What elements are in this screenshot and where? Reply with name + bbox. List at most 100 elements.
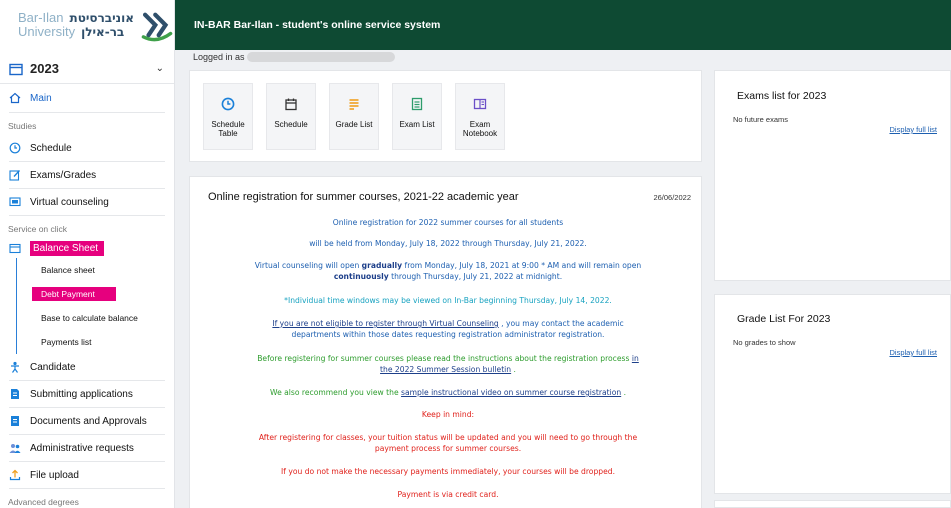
quick-link-label: Grade List: [335, 120, 373, 129]
sidebar-item-administrative-requests[interactable]: Administrative requests: [0, 435, 174, 461]
home-icon: [9, 92, 21, 104]
sidebar-item-exams-grades[interactable]: Exams/Grades: [0, 162, 174, 188]
text-span: Virtual counseling will open: [254, 261, 362, 270]
calendar-icon: [285, 98, 297, 111]
bulletin-link[interactable]: in: [632, 354, 639, 363]
sidebar-item-submitting-applications[interactable]: Submitting applications: [0, 381, 174, 407]
wallet-icon: [9, 242, 21, 254]
text-span: .: [511, 365, 516, 374]
bold-text: gradually: [361, 261, 403, 270]
file-icon: [9, 415, 21, 427]
text-span: departments within those dates requestin…: [291, 330, 605, 339]
sidebar-item-label: Main: [30, 92, 52, 104]
logged-in-bar: Logged in as: [193, 52, 395, 62]
clock-icon: [9, 142, 21, 154]
sidebar-item-virtual-counseling[interactable]: Virtual counseling: [0, 189, 174, 215]
person-icon: [9, 361, 21, 373]
grades-title: Grade List For 2023: [737, 313, 831, 325]
quick-link-schedule-table[interactable]: Schedule Table: [203, 83, 253, 150]
submenu-label: Payments list: [41, 337, 92, 347]
upload-icon: [9, 469, 21, 481]
sidebar: Bar-Ilan אוניברסיטת University בר-אילן 202…: [0, 0, 175, 508]
sidebar-item-label: Exams/Grades: [30, 169, 97, 181]
university-logo[interactable]: Bar-Ilan אוניברסיטת University בר-אילן: [0, 0, 174, 50]
video-link[interactable]: sample instructional video on summer cou…: [401, 388, 621, 397]
bulletin-link[interactable]: the 2022 Summer Session bulletin: [380, 365, 511, 374]
user-name-redacted: [246, 52, 395, 62]
quick-link-grade-list[interactable]: Grade List: [329, 83, 379, 150]
sidebar-item-label: Submitting applications: [30, 388, 133, 400]
people-icon: [9, 442, 21, 454]
not-eligible-link[interactable]: If you are not eligible to register thro…: [272, 319, 498, 328]
quick-link-exam-list[interactable]: Exam List: [392, 83, 442, 150]
sidebar-item-candidate[interactable]: Candidate: [0, 354, 174, 380]
announcement-line: *Individual time windows may be viewed o…: [284, 296, 612, 305]
submenu-label: Balance sheet: [41, 265, 95, 275]
submenu-label: Base to calculate balance: [41, 313, 138, 323]
logo-he-line2: בר-אילן: [81, 25, 125, 39]
sidebar-item-label: Virtual counseling: [30, 196, 109, 208]
quick-link-exam-notebook[interactable]: Exam Notebook: [455, 83, 505, 150]
quick-links-panel: Schedule Table Schedule Grade List Exam …: [189, 70, 702, 162]
sidebar-item-documents-approvals[interactable]: Documents and Approvals: [0, 408, 174, 434]
quick-link-label: Exam List: [399, 120, 435, 129]
exams-list-panel: Exams list for 2023 No future exams Disp…: [714, 70, 951, 281]
quick-link-label: Schedule: [274, 120, 308, 129]
announcement-line: Online registration for 2022 summer cour…: [332, 218, 564, 227]
sidebar-item-schedule[interactable]: Schedule: [0, 135, 174, 161]
text-span: We also recommend you view the: [270, 388, 402, 397]
submenu-balance-sheet[interactable]: Balance sheet: [17, 258, 174, 282]
announcement-paragraph: We also recommend you view the sample in…: [210, 387, 686, 398]
submenu-debt-payment[interactable]: Debt Payment: [17, 282, 174, 306]
monitor-icon: [9, 196, 21, 208]
logo-he-line1: אוניברסיטת: [69, 11, 134, 25]
quick-link-label: Schedule Table: [211, 120, 245, 138]
announcement-line: will be held from Monday, July 18, 2022 …: [309, 239, 587, 248]
announcement-line: If you do not make the necessary payment…: [281, 467, 615, 476]
grade-list-panel: Grade List For 2023 No grades to show Di…: [714, 294, 951, 494]
text-span: Before registering for summer courses pl…: [257, 354, 632, 363]
section-label-advanced: Advanced degrees: [8, 497, 79, 507]
logo-en-line1: Bar-Ilan: [18, 10, 64, 25]
sidebar-item-label: Schedule: [30, 142, 72, 154]
announcement-date: 26/06/2022: [653, 193, 691, 202]
top-header: IN-BAR Bar-Ilan - student's online servi…: [175, 0, 951, 50]
edit-icon: [9, 169, 21, 181]
sidebar-item-label: File upload: [30, 469, 79, 481]
grades-display-full-list-link[interactable]: Display full list: [889, 348, 937, 357]
sidebar-item-label: Documents and Approvals: [30, 415, 147, 427]
chevron-down-icon: ⌄: [155, 63, 164, 74]
logged-in-label: Logged in as: [193, 52, 245, 62]
sidebar-item-file-upload[interactable]: File upload: [0, 462, 174, 488]
logo-en-line2: University: [18, 24, 76, 39]
announcement-paragraph: Virtual counseling will open gradually f…: [210, 260, 686, 282]
sidebar-item-label: Administrative requests: [30, 442, 134, 454]
sidebar-item-balance-sheet[interactable]: Balance Sheet: [0, 238, 174, 258]
panel-edge: [714, 500, 951, 508]
section-label-studies: Studies: [8, 121, 37, 131]
quick-link-label: Exam Notebook: [462, 120, 498, 138]
sidebar-item-main[interactable]: Main: [0, 84, 174, 112]
announcement-title: Online registration for summer courses, …: [208, 191, 519, 203]
submenu-base-calculate[interactable]: Base to calculate balance: [17, 306, 174, 330]
text-span: through Thursday, July 21, 2022 at midni…: [388, 272, 563, 281]
text-span: from Monday, July 18, 2021 at 9:00 * AM …: [402, 261, 642, 270]
text-span: .: [621, 388, 626, 397]
quick-link-schedule[interactable]: Schedule: [266, 83, 316, 150]
list-icon: [349, 99, 359, 110]
text-span: , you may contact the academic: [498, 319, 624, 328]
announcement-paragraph: If you are not eligible to register thro…: [210, 318, 686, 340]
text-span: After registering for classes, your tuit…: [258, 433, 638, 442]
announcement-line: Keep in mind:: [421, 410, 475, 419]
year-select[interactable]: 2023 ⌄: [0, 54, 174, 84]
header-title: IN-BAR Bar-Ilan - student's online servi…: [194, 19, 441, 31]
announcement-panel: Online registration for summer courses, …: [189, 176, 702, 508]
section-label-service: Service on click: [8, 224, 68, 234]
bold-text: continuously: [333, 272, 389, 281]
calendar-icon: [9, 63, 23, 75]
exams-title: Exams list for 2023: [737, 90, 827, 102]
submenu-payments-list[interactable]: Payments list: [17, 330, 174, 354]
clock-icon: [221, 97, 235, 111]
logo-text: Bar-Ilan אוניברסיטת University בר-אילן: [18, 10, 134, 40]
exams-display-full-list-link[interactable]: Display full list: [889, 125, 937, 134]
